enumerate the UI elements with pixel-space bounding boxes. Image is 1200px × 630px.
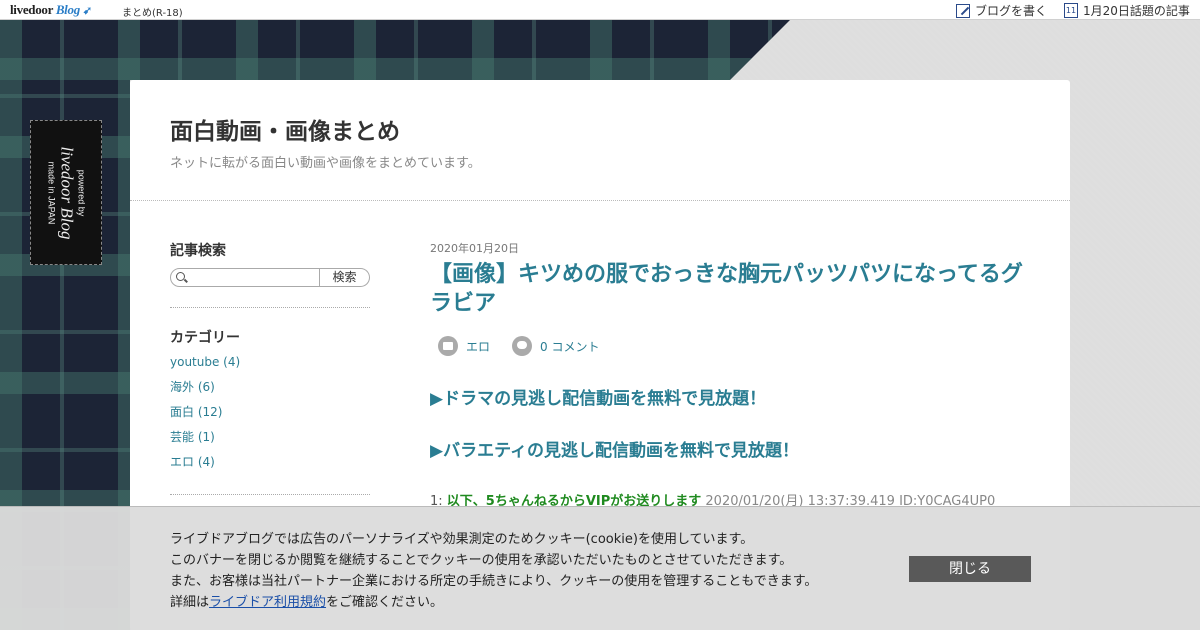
folder-icon [438,336,458,356]
category-item-entertainment[interactable]: 芸能 (1) [170,430,370,455]
sidebar: 記事検索 検索 カテゴリー youtube (4) 海外 (6) 面白 (12)… [170,240,370,514]
drama-promo-link[interactable]: ▶ドラマの見逃し配信動画を無料で見放題！ [430,390,1030,408]
bird-icon: ➹ [82,5,92,17]
search-button[interactable]: 検索 [320,268,370,287]
livedoor-topbar: livedoor Blog ➹ まとめ(R-18) ブログを書く 11 1月20… [0,0,1200,20]
powered-by-text: powered by [76,169,87,216]
plaid-background-top [0,20,790,80]
cookie-line-4-prefix: 詳細は [170,595,210,610]
category-list: youtube (4) 海外 (6) 面白 (12) 芸能 (1) エロ (4) [170,355,370,480]
cookie-line-1: ライブドアブログでは広告のパーソナライズや効果測定のためクッキー(cookie)… [170,532,754,547]
search-input[interactable] [170,268,320,287]
site-title[interactable]: 面白動画・画像まとめ [170,112,400,146]
post-meta: エロ 0 コメント [430,336,1030,356]
category-item-ero[interactable]: エロ (4) [170,455,370,480]
search-form: 検索 [170,268,370,287]
logo-text: livedoor [10,2,53,17]
comment-icon [512,336,533,356]
calendar-icon: 11 [1064,3,1078,18]
site-description: ネットに転がる面白い動画や画像をまとめています。 [170,156,481,171]
post-title[interactable]: 【画像】キツめの服でおっきな胸元パッツパツになってるグラビア [430,260,1030,318]
logo-blog-text: Blog [55,2,80,17]
article: 2020年01月20日 【画像】キツめの服でおっきな胸元パッツパツになってるグラ… [430,240,1030,509]
category-item-funny[interactable]: 面白 (12) [170,405,370,430]
sidebar-divider [170,307,370,308]
cookie-line-3: また、お客様は当社パートナー企業における所定の手続きにより、クッキーの使用を管理… [170,574,818,589]
cookie-line-4: 詳細はライブドア利用規約をご確認ください。 [170,592,817,613]
write-blog-link[interactable]: ブログを書く [956,2,1047,19]
variety-promo-link[interactable]: ▶バラエティの見逃し配信動画を無料で見放題！ [430,442,1030,460]
search-icon [176,272,185,281]
powered-by-livedoor-badge[interactable]: powered by livedoor Blog made in JAPAN [30,120,102,265]
made-in-japan-text: made in JAPAN [46,161,57,224]
header-divider [130,200,1070,201]
trending-articles-label: 1月20日話題の記事 [1083,4,1190,18]
post-date: 2020年01月20日 [430,242,519,255]
category-item-youtube[interactable]: youtube (4) [170,355,370,380]
matome-tag-link[interactable]: まとめ(R-18) [122,4,183,19]
trending-articles-link[interactable]: 11 1月20日話題の記事 [1064,2,1190,19]
terms-of-use-link[interactable]: ライブドア利用規約 [209,595,326,610]
close-cookie-button[interactable]: 閉じる [909,556,1031,582]
pencil-icon [956,3,970,18]
post-category-link[interactable]: エロ [466,338,490,355]
category-item-overseas[interactable]: 海外 (6) [170,380,370,405]
category-heading: カテゴリー [170,330,240,346]
cookie-notice-text: ライブドアブログでは広告のパーソナライズや効果測定のためクッキー(cookie)… [170,529,817,613]
write-blog-label: ブログを書く [975,4,1048,18]
cookie-line-2: このバナーを閉じるか閲覧を継続することでクッキーの使用を承認いただいたものとさせ… [170,553,793,568]
cookie-consent-banner: ライブドアブログでは広告のパーソナライズや効果測定のためクッキー(cookie)… [0,506,1200,630]
cookie-line-4-suffix: をご確認ください。 [326,595,444,610]
search-heading: 記事検索 [170,243,226,259]
badge-brand-text: livedoor Blog [57,145,77,240]
post-comments-link[interactable]: 0 コメント [540,338,599,355]
sidebar-divider [170,494,370,495]
livedoor-blog-logo[interactable]: livedoor Blog ➹ [10,2,92,18]
